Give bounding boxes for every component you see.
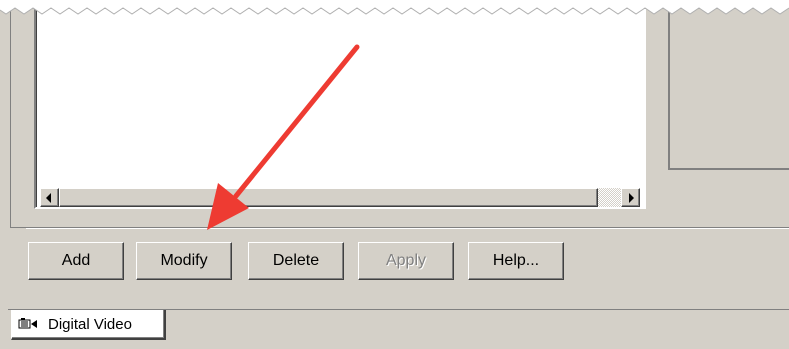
apply-button[interactable]: Apply <box>358 242 454 280</box>
modify-button[interactable]: Modify <box>136 242 232 280</box>
tab-label: Digital Video <box>48 315 132 333</box>
scroll-right-button[interactable] <box>621 188 640 207</box>
torn-edge <box>0 0 789 15</box>
scroll-thumb[interactable] <box>59 188 598 207</box>
tab-strip: Digital Video <box>8 309 789 349</box>
scroll-left-button[interactable] <box>40 188 59 207</box>
separator-highlight <box>26 228 789 229</box>
tab-digital-video[interactable]: Digital Video <box>11 310 166 340</box>
add-button[interactable]: Add <box>28 242 124 280</box>
help-button[interactable]: Help... <box>468 242 564 280</box>
delete-button[interactable]: Delete <box>248 242 344 280</box>
scroll-track[interactable] <box>598 188 621 207</box>
arrow-right-icon <box>629 193 634 203</box>
item-list[interactable] <box>34 0 646 209</box>
video-camera-icon <box>18 317 40 331</box>
horizontal-scrollbar[interactable] <box>40 188 640 207</box>
arrow-left-icon <box>46 193 51 203</box>
